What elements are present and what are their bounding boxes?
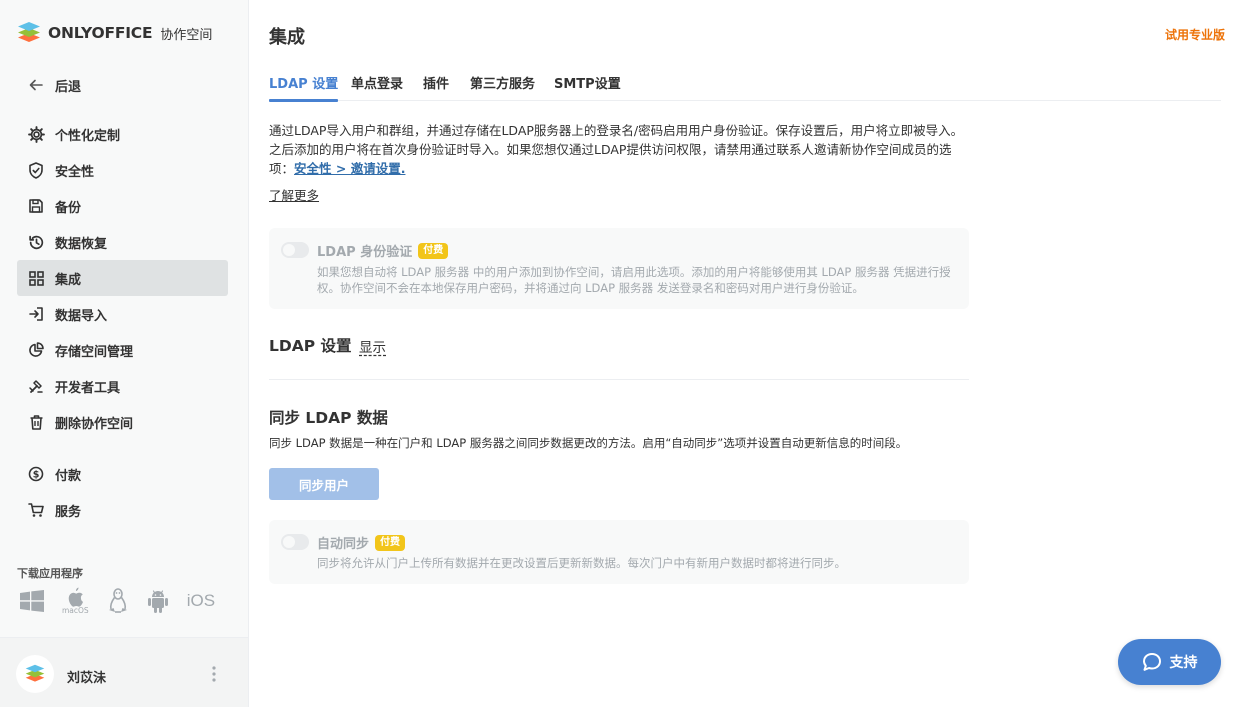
ldap-auth-toggle[interactable]	[281, 242, 309, 258]
sidebar-item-integration[interactable]: 集成	[17, 260, 228, 296]
profile-menu-button[interactable]	[207, 664, 221, 684]
onlyoffice-logo-icon	[25, 664, 45, 682]
sidebar-item-label: 个性化定制	[55, 128, 121, 144]
ldap-auth-title: LDAP 身份验证	[317, 245, 413, 260]
profile-name: 刘苡沬	[67, 671, 107, 686]
android-app-link[interactable]	[147, 589, 169, 613]
shield-icon	[27, 161, 45, 179]
apple-icon	[69, 587, 84, 607]
sync-users-button[interactable]: 同步用户	[269, 468, 379, 500]
save-icon	[27, 197, 45, 215]
back-label: 后退	[55, 79, 82, 95]
dollar-icon: $	[27, 465, 45, 483]
auto-sync-toggle[interactable]	[281, 534, 309, 550]
ios-label: iOS	[186, 591, 216, 610]
app-downloads: macOS iOS	[20, 587, 215, 615]
sidebar-item-label: 集成	[55, 272, 82, 288]
android-icon	[147, 590, 168, 613]
macos-app-link[interactable]: macOS	[62, 587, 89, 615]
ldap-settings-show-link[interactable]: 显示	[359, 336, 386, 356]
auto-sync-card: 自动同步 付费 同步将允许从门户上传所有数据并在更改设置后更新新数据。每次门户中…	[269, 520, 969, 584]
profile-bar: 刘苡沬	[0, 637, 248, 707]
ldap-description: 通过LDAP导入用户和群组，并通过存储在LDAP服务器上的登录名/密码启用用户身…	[269, 121, 974, 178]
paid-badge: 付费	[418, 242, 449, 259]
sidebar-item-data-import[interactable]: 数据导入	[17, 296, 228, 332]
sidebar: ONLYOFFICE 协作空间 后退 个性化定制 安全性 备份 数据恢复 集成 …	[0, 0, 249, 707]
ldap-settings-title: LDAP 设置	[269, 337, 352, 355]
brand-suffix: 协作空间	[160, 27, 213, 43]
avatar[interactable]	[16, 655, 54, 693]
sidebar-item-label: 安全性	[55, 164, 95, 180]
linux-app-link[interactable]	[107, 588, 129, 614]
brand-name: ONLYOFFICE	[48, 24, 153, 42]
try-pro-link[interactable]: 试用专业版	[1165, 26, 1225, 43]
onlyoffice-logo-icon	[18, 22, 40, 42]
support-button[interactable]: 支持	[1118, 639, 1221, 685]
learn-more-link[interactable]: 了解更多	[269, 185, 319, 204]
sidebar-item-developer-tools[interactable]: 开发者工具	[17, 368, 228, 404]
tab-sso[interactable]: 单点登录	[351, 73, 403, 101]
sidebar-item-customization[interactable]: 个性化定制	[17, 116, 228, 152]
svg-text:$: $	[33, 470, 40, 481]
tab-ldap-settings[interactable]: LDAP 设置	[269, 73, 339, 102]
sidebar-item-label: 数据恢复	[55, 236, 108, 252]
import-icon	[27, 305, 45, 323]
ldap-auth-title-row: LDAP 身份验证 付费	[317, 241, 449, 260]
sidebar-item-label: 服务	[55, 504, 82, 520]
sidebar-item-label: 备份	[55, 200, 82, 216]
security-invite-settings-link[interactable]: 安全性 > 邀请设置.	[294, 161, 405, 176]
sidebar-item-delete-space[interactable]: 删除协作空间	[17, 404, 228, 440]
sidebar-item-label: 开发者工具	[55, 380, 121, 396]
sync-description: 同步 LDAP 数据是一种在门户和 LDAP 服务器之间同步数据更改的方法。启用…	[269, 436, 908, 450]
sidebar-item-label: 数据导入	[55, 308, 108, 324]
auto-sync-description: 同步将允许从门户上传所有数据并在更改设置后更新新数据。每次门户中有新用户数据时都…	[317, 556, 846, 570]
cart-icon	[27, 501, 45, 519]
paid-badge: 付费	[375, 534, 406, 551]
auto-sync-title: 自动同步	[317, 537, 370, 552]
chat-bubble-icon	[1142, 653, 1161, 671]
tab-bar: LDAP 设置 单点登录 插件 第三方服务 SMTP设置	[269, 73, 1221, 102]
ldap-auth-description: 如果您想自动将 LDAP 服务器 中的用户添加到协作空间，请启用此选项。添加的用…	[317, 265, 951, 295]
downloads-label: 下载应用程序	[17, 567, 83, 580]
sidebar-item-services[interactable]: 服务	[17, 492, 228, 528]
tab-smtp-settings[interactable]: SMTP设置	[554, 73, 621, 101]
arrow-left-icon	[27, 76, 45, 94]
vertical-dots-icon	[212, 666, 216, 682]
macos-label: macOS	[62, 606, 89, 615]
sidebar-item-storage[interactable]: 存储空间管理	[17, 332, 228, 368]
tools-icon	[27, 377, 45, 395]
linux-icon	[108, 588, 127, 613]
sidebar-item-restore[interactable]: 数据恢复	[17, 224, 228, 260]
grid-icon	[27, 269, 45, 287]
sidebar-item-label: 存储空间管理	[55, 344, 134, 360]
windows-icon	[20, 590, 44, 612]
pie-icon	[27, 341, 45, 359]
page-title: 集成	[269, 27, 305, 48]
sidebar-item-security[interactable]: 安全性	[17, 152, 228, 188]
windows-app-link[interactable]	[20, 590, 44, 612]
sidebar-item-backup[interactable]: 备份	[17, 188, 228, 224]
sidebar-item-label: 付款	[55, 468, 82, 484]
ldap-auth-card: LDAP 身份验证 付费 如果您想自动将 LDAP 服务器 中的用户添加到协作空…	[269, 228, 969, 309]
divider	[269, 379, 969, 380]
trash-icon	[27, 413, 45, 431]
logo[interactable]: ONLYOFFICE 协作空间	[16, 20, 212, 46]
sidebar-item-label: 删除协作空间	[55, 416, 134, 432]
gear-icon	[27, 125, 45, 143]
ios-app-link[interactable]: iOS	[187, 591, 215, 611]
sidebar-item-payments[interactable]: $ 付款	[17, 456, 228, 492]
back-button[interactable]: 后退	[17, 67, 228, 103]
history-icon	[27, 233, 45, 251]
support-label: 支持	[1169, 655, 1198, 671]
sync-title: 同步 LDAP 数据	[269, 409, 388, 427]
auto-sync-title-row: 自动同步 付费	[317, 533, 406, 552]
tab-third-party-services[interactable]: 第三方服务	[470, 73, 535, 101]
tab-plugins[interactable]: 插件	[423, 73, 449, 101]
